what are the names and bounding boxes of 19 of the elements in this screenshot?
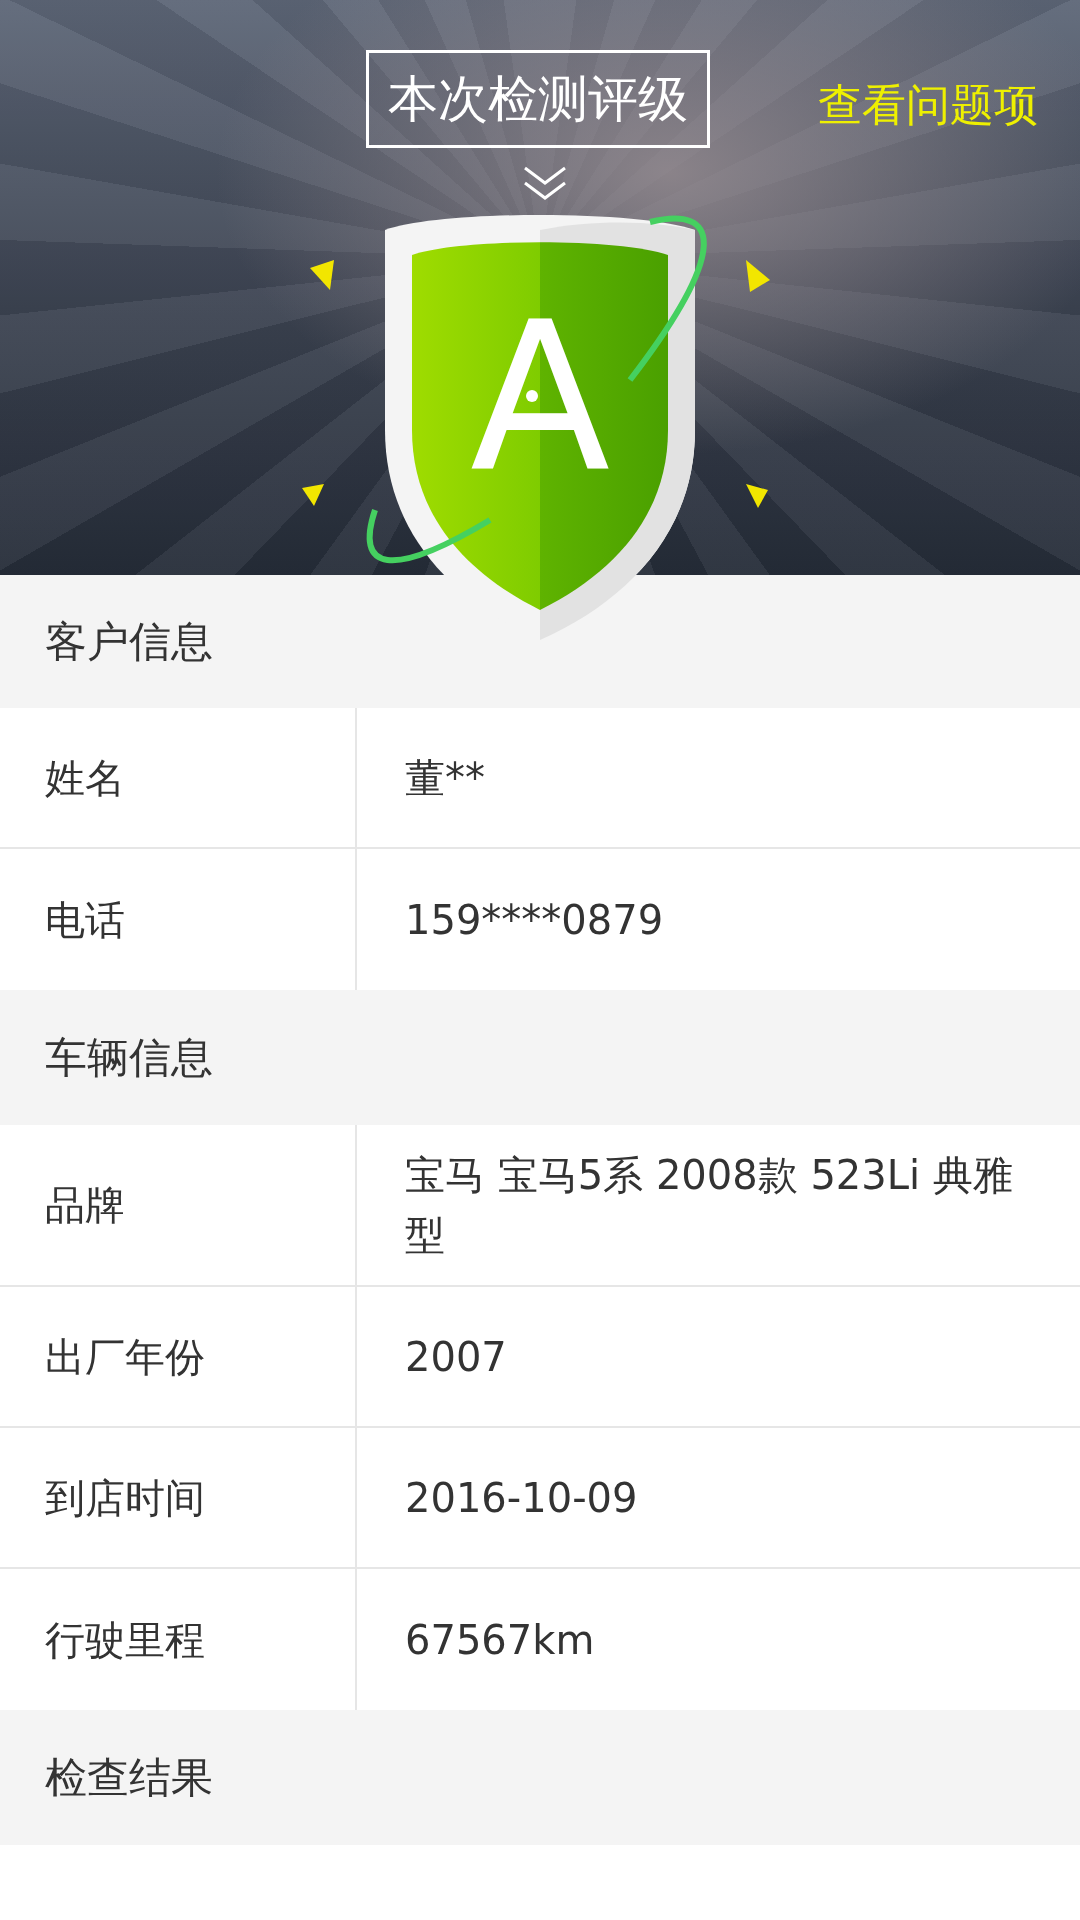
field-value: 2007 [405,1332,507,1382]
field-value: 2016-10-09 [405,1473,638,1523]
rating-title: 本次检测评级 [366,50,710,148]
field-label: 电话 [45,895,125,945]
field-value: 宝马 宝马5系 2008款 523Li 典雅型 [405,1151,1014,1260]
section-title: 客户信息 [45,616,213,668]
field-label: 行驶里程 [45,1615,205,1665]
grade-letter: A [468,295,612,500]
field-label: 出厂年份 [45,1332,205,1382]
double-chevron-icon [522,165,568,203]
section-title: 车辆信息 [45,1032,213,1084]
field-label: 到店时间 [45,1473,205,1523]
section-title: 检查结果 [45,1752,213,1804]
field-label: 姓名 [45,753,125,803]
view-issues-link[interactable]: 查看问题项 [818,72,1038,138]
field-value: 159****0879 [405,895,664,945]
field-value: 董** [405,753,485,803]
field-value: 67567km [405,1615,595,1665]
field-label: 品牌 [45,1181,125,1230]
